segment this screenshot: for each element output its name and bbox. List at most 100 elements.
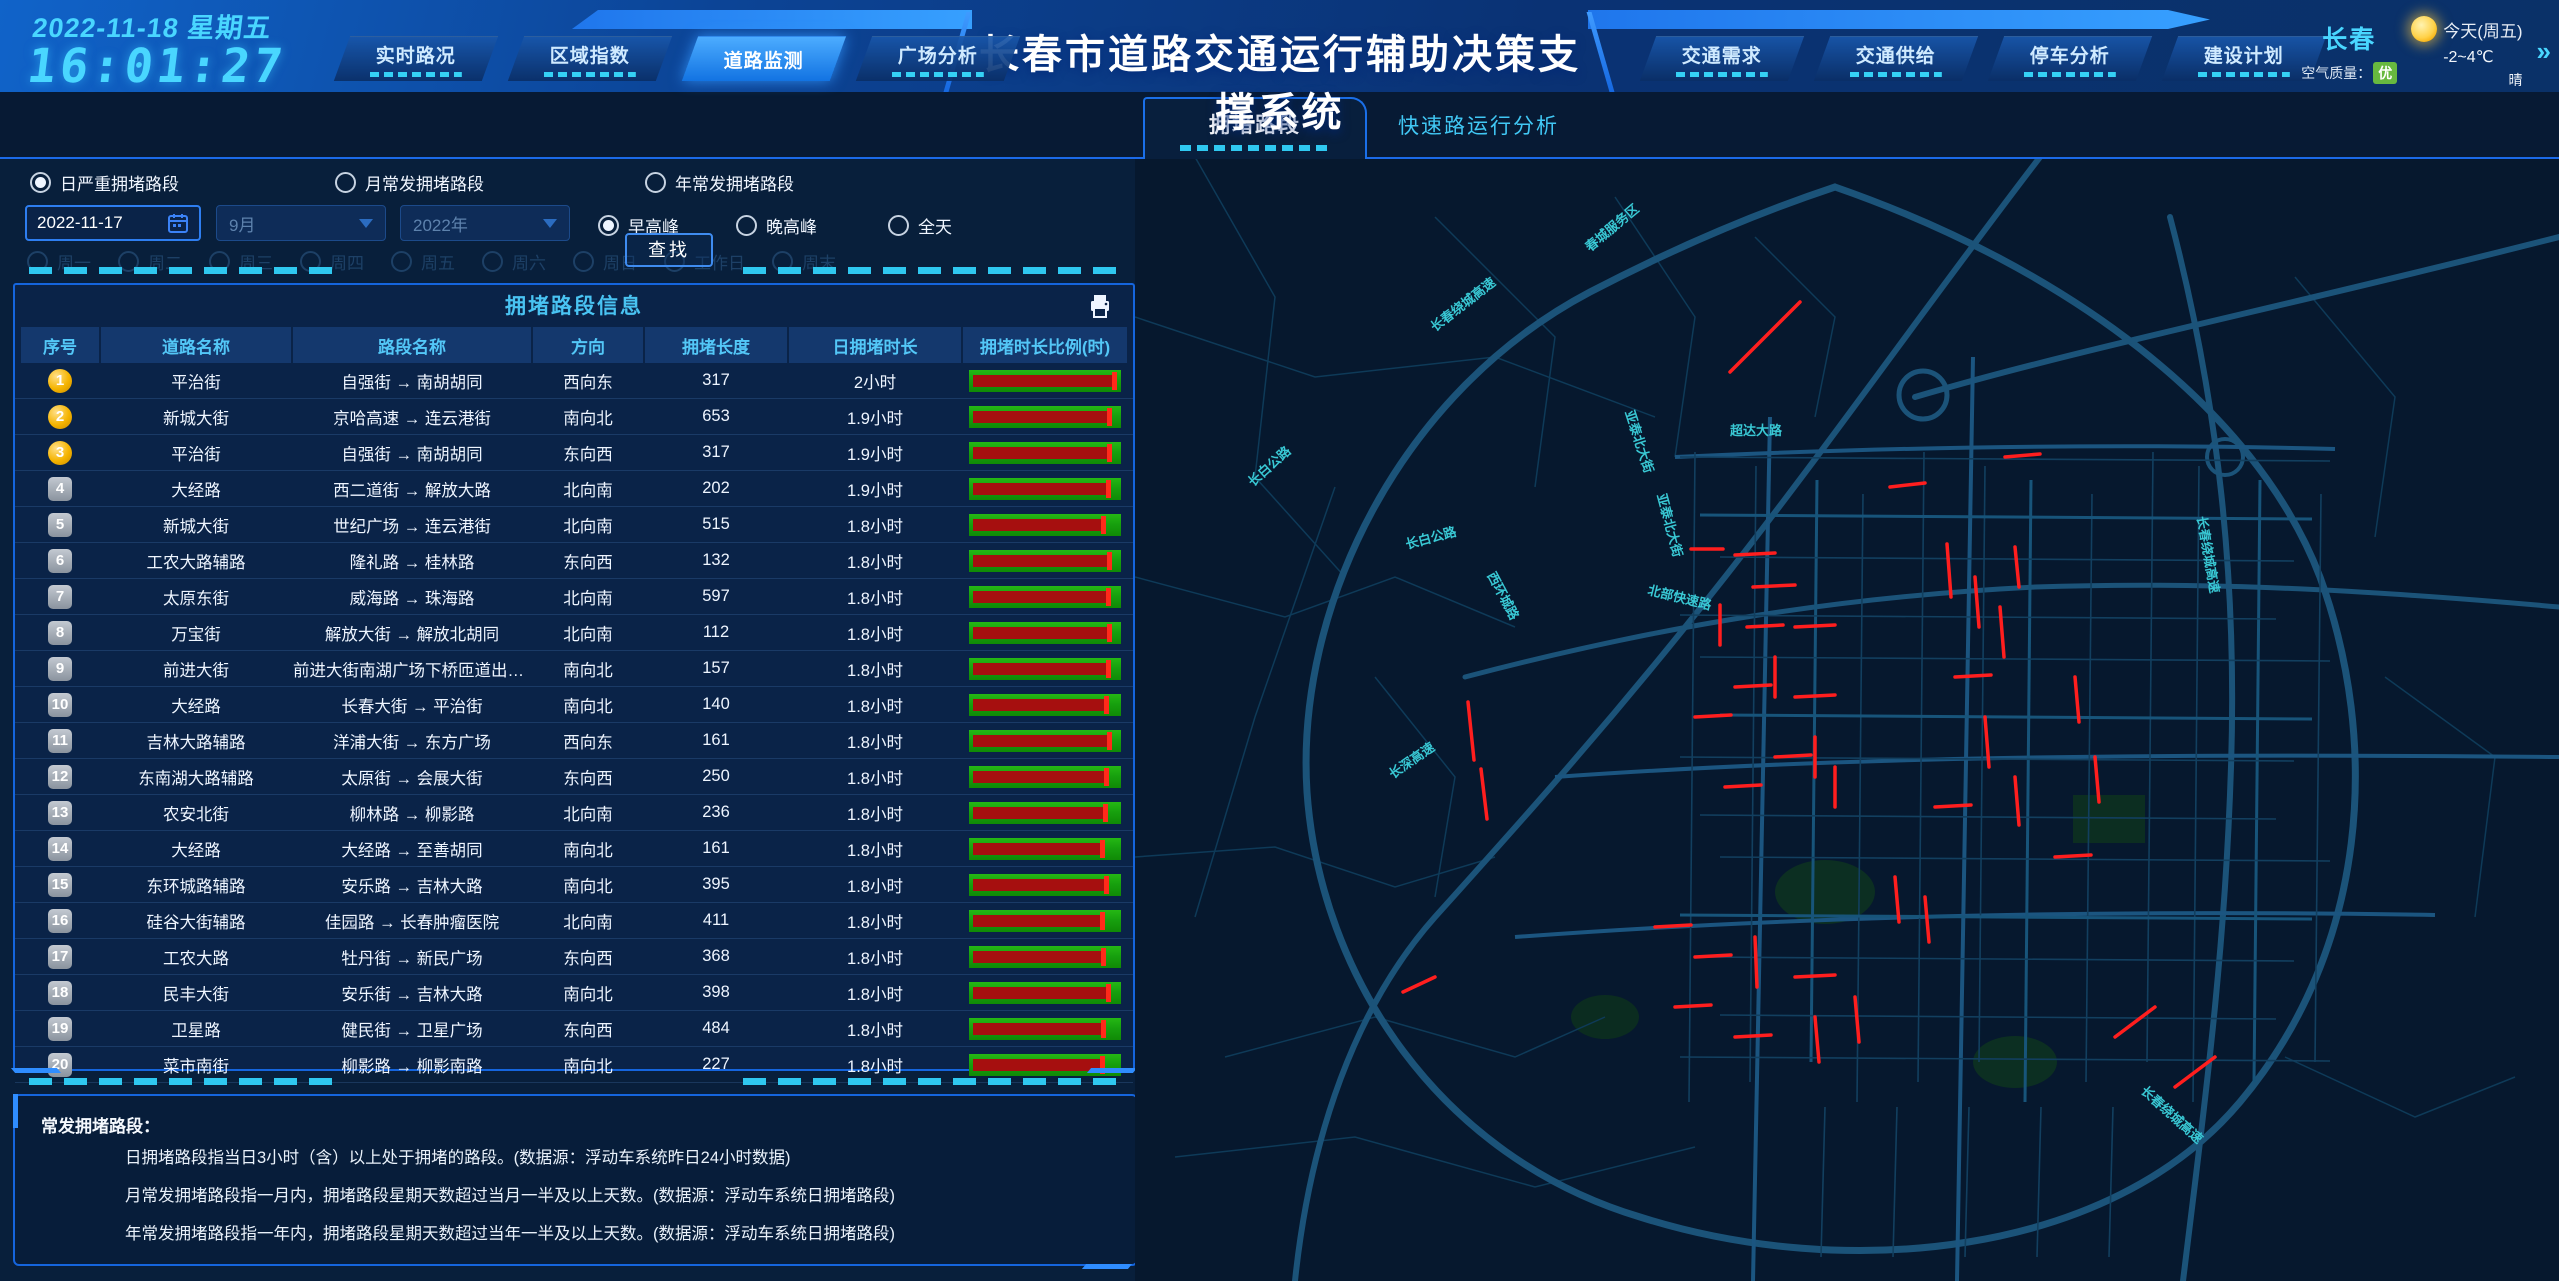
congestion-ratio-bar (969, 1018, 1121, 1040)
air-quality-badge: 优 (2373, 62, 2397, 84)
congestion-segment (1935, 805, 1971, 807)
weather-widget: 长春 空气质量：优 今天(周五) -2~4℃ 晴 » (2301, 8, 2551, 90)
congestion-ratio-bar (969, 802, 1121, 824)
tab-underline-dashes (892, 72, 984, 77)
rank-badge: 17 (48, 945, 72, 969)
search-button[interactable]: 查找 (625, 233, 713, 267)
table-row[interactable]: 14大经路大经路 → 至善胡同南向北1611.8小时 (15, 831, 1133, 867)
table-row[interactable]: 17工农大路牡丹街 → 新民广场东向西3681.8小时 (15, 939, 1133, 975)
table-row[interactable]: 16硅谷大街辅路佳园路 → 长春肿瘤医院北向南4111.8小时 (15, 903, 1133, 939)
column-header-0: 序号 (21, 327, 99, 363)
congestion-ratio-bar (969, 370, 1121, 392)
table-row[interactable]: 6工农大路辅路隆礼路 → 桂林路东向西1321.8小时 (15, 543, 1133, 579)
table-row[interactable]: 2新城大街京哈高速 → 连云港街南向北6531.9小时 (15, 399, 1133, 435)
rank-badge: 19 (48, 1017, 72, 1041)
table-row[interactable]: 12东南湖大路辅路太原街 → 会展大街东向西2501.8小时 (15, 759, 1133, 795)
printer-icon[interactable] (1089, 294, 1111, 318)
weather-more-arrow[interactable]: » (2537, 36, 2551, 67)
date-picker[interactable]: 2022-11-17 (25, 205, 201, 241)
map-canvas[interactable]: 长春绕城高速春城服务区超达大路长白公路长白公路亚泰北大街亚泰北大街西环城路北部快… (1135, 157, 2559, 1281)
table-body: 1平治街自强街 → 南胡胡同西向东3172小时2新城大街京哈高速 → 连云港街南… (15, 363, 1133, 1083)
radio-icon (482, 251, 503, 272)
nav-tab-left-3[interactable]: 广场分析 (856, 36, 1020, 81)
congestion-segment (1655, 925, 1691, 927)
table-row[interactable]: 15东环城路辅路安乐路 → 吉林大路南向北3951.8小时 (15, 867, 1133, 903)
air-quality: 空气质量：优 (2301, 62, 2397, 84)
tab-underline-dashes (544, 72, 636, 77)
congestion-segment (1795, 695, 1835, 697)
radio-label: 全天 (918, 213, 952, 238)
tab-underline-dashes (1850, 72, 1942, 77)
table-row[interactable]: 4大经路西二道街 → 解放大路北向南2021.9小时 (15, 471, 1133, 507)
column-header-5: 日拥堵时长 (789, 327, 961, 363)
congestion-ratio-bar (969, 838, 1121, 860)
month-select[interactable]: 9月 (216, 205, 386, 241)
tab-underline-dashes (1180, 145, 1330, 151)
table-title: 拥堵路段信息 (15, 285, 1133, 327)
radio-label: 周五 (421, 249, 455, 274)
rank-badge: 15 (48, 873, 72, 897)
nav-tab-left-1[interactable]: 区域指数 (508, 36, 672, 81)
nav-tab-right-1[interactable]: 交通供给 (1814, 36, 1978, 81)
nav-tab-left-2[interactable]: 道路监测 (682, 36, 846, 81)
nav-tab-right-2[interactable]: 停车分析 (1988, 36, 2152, 81)
table-row[interactable]: 7太原东街威海路 → 珠海路北向南5971.8小时 (15, 579, 1133, 615)
title-ribbon-right (1588, 10, 2210, 29)
chevron-down-icon (359, 219, 373, 235)
table-row[interactable]: 5新城大街世纪广场 → 连云港街北向南5151.8小时 (15, 507, 1133, 543)
calendar-icon (167, 212, 189, 234)
congestion-segment (2075, 677, 2079, 722)
nav-group-left: 实时路况区域指数道路监测广场分析 (342, 36, 1012, 81)
table-row[interactable]: 10大经路长春大街 → 平治街南向北1401.8小时 (15, 687, 1133, 723)
table-row[interactable]: 18民丰大街安乐街 → 吉林大路南向北3981.8小时 (15, 975, 1133, 1011)
column-header-2: 路段名称 (293, 327, 531, 363)
table-row[interactable]: 9前进大街前进大街南湖广场下桥匝道出口 → ...南向北1571.8小时 (15, 651, 1133, 687)
congestion-ratio-bar (969, 550, 1121, 572)
table-row[interactable]: 11吉林大路辅路洋浦大街 → 东方广场西向东1611.8小时 (15, 723, 1133, 759)
rank-badge: 1 (48, 369, 72, 393)
radio-type-1[interactable]: 月常发拥堵路段 (335, 170, 484, 195)
radio-period-1[interactable]: 晚高峰 (736, 213, 817, 238)
left-panel: 日严重拥堵路段 月常发拥堵路段 年常发拥堵路段 2022-11-17 9月 2022… (0, 157, 1135, 1281)
radio-icon (30, 172, 51, 193)
rank-badge: 8 (48, 621, 72, 645)
weather-today: 今天(周五) (2443, 17, 2522, 42)
header-time: 16:01:27 (25, 45, 289, 90)
congestion-ratio-bar (969, 586, 1121, 608)
map-city-grid (1680, 452, 2330, 1257)
rank-badge: 12 (48, 765, 72, 789)
congestion-segment (1675, 1005, 1711, 1007)
radio-type-2[interactable]: 年常发拥堵路段 (645, 170, 794, 195)
congestion-ratio-bar (969, 694, 1121, 716)
congestion-segment (2005, 454, 2040, 457)
nav-tab-left-0[interactable]: 实时路况 (334, 36, 498, 81)
radio-icon (598, 215, 619, 236)
congestion-table-panel: 拥堵路段信息 序号道路名称路段名称方向拥堵长度日拥堵时长拥堵时长比例(时) 1平… (13, 283, 1135, 1071)
congestion-segment (1795, 975, 1835, 977)
radio-label: 晚高峰 (766, 213, 817, 238)
year-select[interactable]: 2022年 (400, 205, 570, 241)
panel-corner-accent (1087, 1068, 1137, 1073)
rank-badge: 16 (48, 909, 72, 933)
table-row[interactable]: 1平治街自强街 → 南胡胡同西向东3172小时 (15, 363, 1133, 399)
nav-tab-right-0[interactable]: 交通需求 (1640, 36, 1804, 81)
table-row[interactable]: 8万宝街解放大街 → 解放北胡同北向南1121.8小时 (15, 615, 1133, 651)
congestion-segment (1925, 897, 1929, 942)
congestion-segment (1775, 755, 1811, 757)
rank-badge: 5 (48, 513, 72, 537)
table-row[interactable]: 3平治街自强街 → 南胡胡同东向西3171.9小时 (15, 435, 1133, 471)
note-line: 年常发拥堵路段指一年内，拥堵路段星期天数超过当年一半及以上天数。(数据源：浮动车… (125, 1220, 895, 1244)
tab-underline-dashes (2024, 72, 2116, 77)
table-row[interactable]: 19卫星路健民街 → 卫星广场东向西4841.8小时 (15, 1011, 1133, 1047)
nav-group-right: 交通需求交通供给停车分析建设计划 (1648, 36, 2318, 81)
congestion-segment (1481, 769, 1487, 819)
radio-label: 日严重拥堵路段 (60, 170, 179, 195)
congestion-ratio-bar (969, 658, 1121, 680)
column-header-4: 拥堵长度 (645, 327, 787, 363)
column-header-1: 道路名称 (101, 327, 291, 363)
radio-type-0[interactable]: 日严重拥堵路段 (30, 170, 179, 195)
congestion-ratio-bar (969, 946, 1121, 968)
congestion-overlay (1403, 302, 2215, 1087)
table-row[interactable]: 13农安北街柳林路 → 柳影路北向南2361.8小时 (15, 795, 1133, 831)
radio-period-2[interactable]: 全天 (888, 213, 952, 238)
